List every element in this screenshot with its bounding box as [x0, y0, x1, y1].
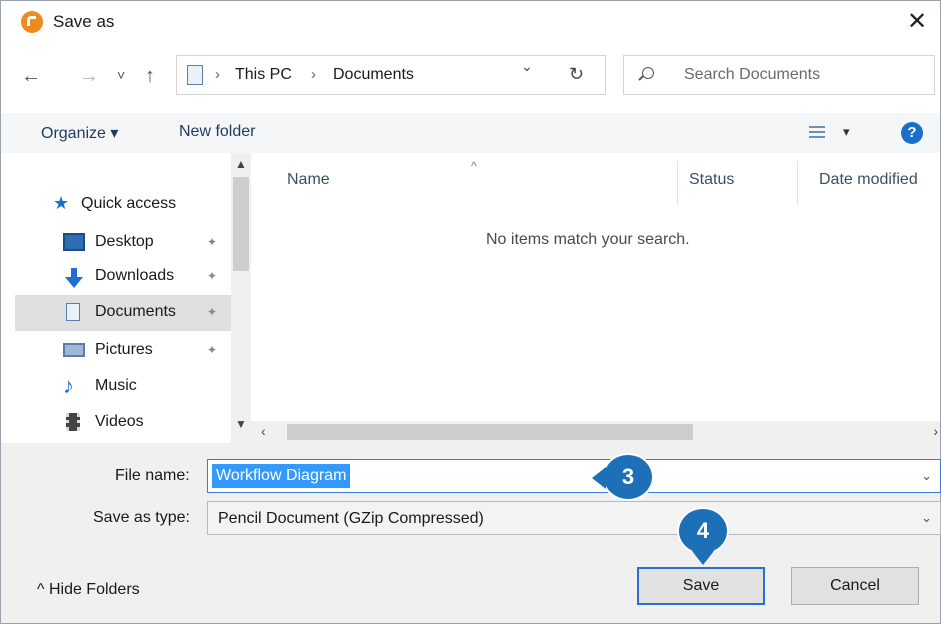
step-3-callout: 3	[592, 453, 654, 501]
scroll-thumb[interactable]	[233, 177, 249, 271]
breadcrumb-separator-icon: ›	[311, 66, 316, 83]
help-icon[interactable]: ?	[901, 122, 923, 144]
desktop-icon	[63, 233, 85, 251]
command-bar: Organize ▾ New folder ▾ ?	[1, 113, 940, 153]
address-bar[interactable]: › This PC › Documents	[176, 55, 606, 95]
search-input[interactable]: Search Documents	[623, 55, 935, 95]
pin-icon: ✦	[207, 269, 218, 283]
file-name-label: File name:	[115, 467, 190, 484]
address-dropdown-icon[interactable]: ⌄	[521, 58, 533, 75]
back-arrow-icon[interactable]: ←	[21, 65, 41, 88]
sidebar-item-label: Pictures	[95, 341, 153, 358]
videos-icon	[66, 413, 80, 431]
window-title: Save as	[53, 12, 115, 31]
sort-ascending-icon: ^	[471, 159, 477, 173]
close-button[interactable]: ✕	[900, 5, 934, 39]
file-list: ^ Name Status Date modified No items mat…	[251, 153, 940, 443]
sidebar-item-quick-access[interactable]: Quick access	[81, 195, 176, 213]
save-as-type-select[interactable]: Pencil Document (GZip Compressed) ⌄	[207, 501, 941, 535]
pin-icon: ✦	[207, 305, 218, 319]
search-placeholder: Search Documents	[684, 66, 821, 83]
breadcrumb-this-pc[interactable]: This PC	[235, 66, 292, 84]
music-icon: ♪	[63, 373, 74, 398]
view-options-icon[interactable]	[809, 126, 825, 140]
chevron-down-icon[interactable]: ⌄	[921, 510, 932, 526]
documents-icon	[66, 303, 80, 321]
sidebar-item-label: Desktop	[95, 233, 154, 250]
navigation-pane: ★ Quick access Desktop ✦ Downloads ✦ Doc…	[15, 153, 231, 443]
column-header-date-modified[interactable]: Date modified	[819, 171, 918, 189]
breadcrumb-separator-icon: ›	[215, 66, 220, 83]
column-header-name[interactable]: Name	[287, 171, 330, 189]
hide-folders-button[interactable]: ^ Hide Folders	[37, 581, 140, 599]
save-as-type-label: Save as type:	[93, 509, 190, 526]
pin-icon: ✦	[207, 343, 218, 357]
star-icon: ★	[53, 193, 70, 213]
sidebar-item-label: Downloads	[95, 267, 175, 284]
pin-icon: ✦	[207, 235, 218, 249]
empty-folder-message: No items match your search.	[486, 231, 690, 248]
sidebar-item-label: Videos	[95, 413, 144, 430]
refresh-icon[interactable]: ↻	[569, 64, 584, 85]
step-4-callout: 4	[677, 507, 729, 565]
file-list-horizontal-scrollbar[interactable]: ‹ ›	[251, 421, 940, 443]
new-folder-button[interactable]: New folder	[179, 123, 255, 141]
downloads-icon	[63, 267, 85, 288]
sidebar-item-desktop[interactable]: Desktop ✦	[15, 225, 231, 261]
up-folder-icon[interactable]: ↑	[145, 65, 155, 88]
save-as-dialog: Save as ✕ ← → ˅ ↑ › This PC › Documents …	[0, 0, 941, 624]
save-as-type-value: Pencil Document (GZip Compressed)	[218, 510, 484, 527]
scroll-thumb[interactable]	[287, 424, 693, 440]
cancel-button[interactable]: Cancel	[791, 567, 919, 605]
pictures-icon	[63, 343, 85, 357]
sidebar-item-pictures[interactable]: Pictures ✦	[15, 333, 231, 369]
browser-area: ★ Quick access Desktop ✦ Downloads ✦ Doc…	[1, 153, 940, 443]
organize-menu[interactable]: Organize ▾	[41, 123, 118, 143]
chevron-down-icon[interactable]: ⌄	[921, 468, 932, 484]
scroll-right-icon[interactable]: ›	[933, 423, 938, 439]
sidebar-item-music[interactable]: ♪ Music	[15, 369, 231, 405]
sidebar-scrollbar[interactable]: ▲ ▼	[231, 153, 251, 443]
sidebar-item-videos[interactable]: Videos	[15, 405, 231, 441]
breadcrumb-documents[interactable]: Documents	[333, 66, 414, 84]
sidebar-item-label: Music	[95, 377, 137, 394]
column-divider[interactable]	[677, 161, 678, 205]
sidebar-item-documents[interactable]: Documents ✦	[15, 295, 231, 331]
file-name-value[interactable]: Workflow Diagram	[212, 464, 351, 488]
file-name-field[interactable]: Workflow Diagram ⌄	[207, 459, 941, 493]
column-header-status[interactable]: Status	[689, 171, 734, 189]
sidebar-item-downloads[interactable]: Downloads ✦	[15, 259, 231, 295]
save-button[interactable]: Save	[637, 567, 765, 605]
forward-arrow-icon[interactable]: →	[79, 65, 99, 88]
search-icon	[642, 67, 654, 79]
documents-icon	[187, 65, 203, 85]
view-caret-icon[interactable]: ▾	[843, 124, 850, 140]
scroll-left-icon[interactable]: ‹	[261, 423, 266, 439]
recent-locations-icon[interactable]: ˅	[117, 67, 125, 83]
pencil-app-icon	[21, 11, 43, 33]
column-divider[interactable]	[797, 161, 798, 205]
scroll-down-icon[interactable]: ▼	[235, 417, 247, 431]
sidebar-item-label: Documents	[95, 303, 176, 320]
scroll-up-icon[interactable]: ▲	[235, 157, 247, 171]
title-bar: Save as ✕	[1, 1, 940, 43]
